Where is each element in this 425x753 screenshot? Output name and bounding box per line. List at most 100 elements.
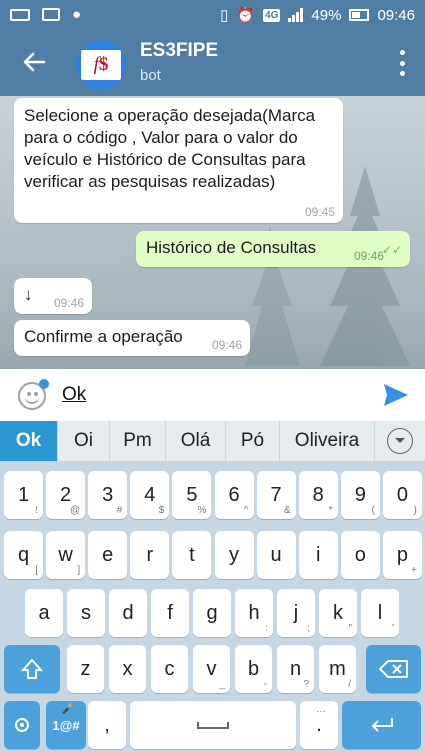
key-w[interactable]: w] xyxy=(46,531,86,579)
suggestion-item[interactable]: Oi xyxy=(58,421,110,461)
key-0[interactable]: 0) xyxy=(382,471,422,519)
key-label: v xyxy=(206,657,217,680)
word-suggestions: Ok Oi Pm Olá Pó Oliveira xyxy=(0,421,425,461)
key-label: d xyxy=(122,601,134,624)
chat-title[interactable]: ES3FIPE xyxy=(140,40,218,62)
back-arrow-icon[interactable] xyxy=(20,48,48,76)
enter-key[interactable] xyxy=(342,701,421,749)
chat-notification-icon: ● xyxy=(72,6,82,23)
key-label: 2 xyxy=(60,483,72,506)
comma-key[interactable]: , xyxy=(88,701,126,749)
key-x[interactable]: x xyxy=(109,645,146,693)
message-time: 09:46 xyxy=(353,249,384,263)
message-bubble-incoming[interactable]: Confirme a operação 09:46 xyxy=(14,320,250,356)
key-label: 6 xyxy=(228,483,240,506)
key-label: n xyxy=(289,657,302,680)
key-label: g xyxy=(206,601,218,624)
send-icon[interactable] xyxy=(383,383,409,407)
key-alt-label: ' xyxy=(392,623,394,634)
key-label: o xyxy=(354,543,366,566)
space-key[interactable] xyxy=(130,701,296,749)
key-9[interactable]: 9( xyxy=(340,471,380,519)
backspace-key[interactable] xyxy=(366,645,421,693)
suggestion-item[interactable]: Ok xyxy=(0,421,58,461)
bot-avatar[interactable]: f $ xyxy=(76,40,126,90)
vibrate-icon: ▯ xyxy=(220,7,229,24)
message-text: ↓ xyxy=(24,285,33,304)
key-2[interactable]: 2 @ xyxy=(46,471,86,519)
key-label: x xyxy=(122,657,133,680)
message-text: Selecione a operação desejada(Marca para… xyxy=(24,106,316,191)
key-label: f xyxy=(167,601,173,624)
key-i[interactable]: i xyxy=(298,531,338,579)
key-m[interactable]: m / xyxy=(319,645,356,693)
message-input[interactable] xyxy=(62,381,362,409)
key-e[interactable]: e xyxy=(88,531,128,579)
more-options-icon[interactable] xyxy=(397,50,407,76)
key-alt-label: : xyxy=(265,623,268,634)
message-bubble-outgoing[interactable]: Histórico de Consultas 09:46 ✓✓ xyxy=(136,231,410,267)
key-j[interactable]: j; xyxy=(277,589,315,637)
message-composer xyxy=(0,369,425,421)
key-label: e xyxy=(102,543,114,566)
key-t[interactable]: t xyxy=(172,531,212,579)
key-alt-label: / xyxy=(348,679,351,690)
key-alt-label: ( xyxy=(371,505,375,516)
settings-gear-icon[interactable] xyxy=(4,701,40,749)
suggestion-item[interactable]: Pó xyxy=(226,421,280,461)
key-u[interactable]: u xyxy=(256,531,296,579)
symbols-key[interactable]: 1@# 🎤 xyxy=(46,701,86,749)
key-k[interactable]: k " xyxy=(319,589,357,637)
key-p[interactable]: p + xyxy=(382,531,422,579)
message-time: 09:46 xyxy=(53,296,84,310)
key-label: 1 xyxy=(17,483,30,506)
read-checkmarks-icon: ✓✓ xyxy=(381,243,402,257)
key-alt-label: ] xyxy=(77,565,81,576)
key-alt-label: % xyxy=(197,505,207,516)
key-7[interactable]: 7 & xyxy=(256,471,296,519)
key-8[interactable]: 8 * xyxy=(298,471,338,519)
chat-header: f $ ES3FIPE bot xyxy=(0,30,425,96)
key-label: u xyxy=(270,543,282,566)
key-1[interactable]: 1! xyxy=(4,471,43,519)
network-type: 4G xyxy=(263,8,281,22)
key-d[interactable]: d xyxy=(109,589,147,637)
key-s[interactable]: s xyxy=(67,589,105,637)
key-6[interactable]: 6 ^ xyxy=(214,471,254,519)
message-time: 09:46 xyxy=(211,338,242,352)
key-4[interactable]: 4 $ xyxy=(130,471,170,519)
key-a[interactable]: a xyxy=(25,589,63,637)
period-key[interactable]: .… xyxy=(300,701,338,749)
key-label: 4 xyxy=(144,483,156,506)
key-5[interactable]: 5% xyxy=(172,471,212,519)
key-o[interactable]: o xyxy=(340,531,380,579)
key-l[interactable]: l ' xyxy=(361,589,399,637)
key-3[interactable]: 3 # xyxy=(88,471,128,519)
chat-subtitle: bot xyxy=(140,67,161,84)
key-z[interactable]: z xyxy=(67,645,104,693)
key-alt-label: @ xyxy=(69,505,81,516)
suggestion-item[interactable]: Olá xyxy=(166,421,226,461)
key-f[interactable]: f xyxy=(151,589,189,637)
suggestion-item[interactable]: Oliveira xyxy=(280,421,375,461)
key-b[interactable]: b- xyxy=(235,645,272,693)
message-list[interactable]: Selecione a operação desejada(Marca para… xyxy=(0,96,425,369)
key-q[interactable]: q[ xyxy=(4,531,43,579)
key-h[interactable]: h: xyxy=(235,589,273,637)
message-bubble-incoming[interactable]: Selecione a operação desejada(Marca para… xyxy=(14,98,343,223)
key-v[interactable]: v _ xyxy=(193,645,230,693)
clock: 09:46 xyxy=(377,6,415,24)
suggestion-item[interactable]: Pm xyxy=(110,421,166,461)
signal-icon xyxy=(288,8,304,22)
emoji-icon[interactable] xyxy=(18,379,49,410)
key-n[interactable]: n? xyxy=(277,645,314,693)
expand-suggestions-icon[interactable] xyxy=(387,428,413,454)
key-c[interactable]: c xyxy=(151,645,188,693)
shift-key[interactable] xyxy=(4,645,60,693)
status-bar: ● ▯ ⏰ 4G 49% 09:46 xyxy=(0,0,425,30)
key-y[interactable]: y xyxy=(214,531,254,579)
key-r[interactable]: r xyxy=(130,531,170,579)
message-bubble-incoming[interactable]: ↓ 09:46 xyxy=(14,278,92,314)
key-label: 8 xyxy=(312,483,324,506)
key-g[interactable]: g xyxy=(193,589,231,637)
